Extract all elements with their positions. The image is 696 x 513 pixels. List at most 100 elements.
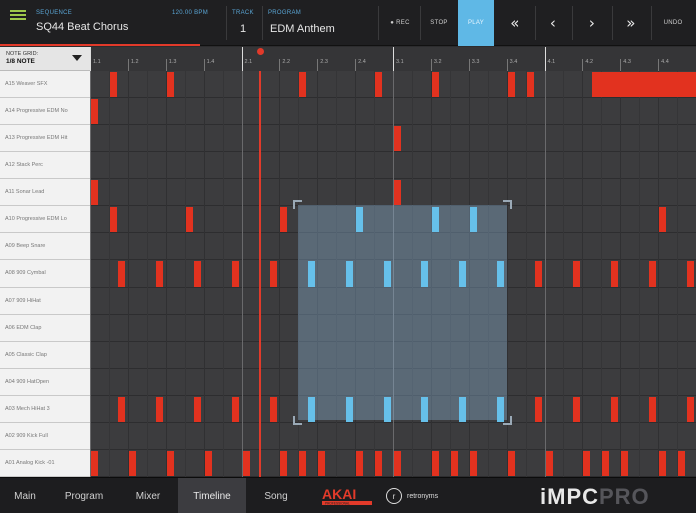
fast-forward-icon[interactable]: » <box>613 6 649 40</box>
note-event[interactable] <box>507 450 515 476</box>
note-event[interactable] <box>591 72 696 98</box>
note-event[interactable] <box>497 261 505 287</box>
note-event[interactable] <box>610 396 618 422</box>
note-event[interactable] <box>602 450 610 476</box>
note-event[interactable] <box>345 261 353 287</box>
note-event[interactable] <box>459 396 467 422</box>
pad-row-label[interactable]: A06 EDM Clap <box>0 314 90 342</box>
pad-row-label[interactable]: A15 Weaver SFX <box>0 71 90 99</box>
note-event[interactable] <box>375 72 383 98</box>
note-event[interactable] <box>166 72 174 98</box>
note-event[interactable] <box>535 396 543 422</box>
tab-mixer[interactable]: Mixer <box>118 478 178 513</box>
note-event[interactable] <box>185 207 193 233</box>
selection-handle[interactable] <box>502 416 512 426</box>
note-event[interactable] <box>648 396 656 422</box>
note-event[interactable] <box>118 261 126 287</box>
note-event[interactable] <box>356 207 364 233</box>
note-event[interactable] <box>345 396 353 422</box>
pad-row-label[interactable]: A08 909 Cymbal <box>0 260 90 288</box>
note-event[interactable] <box>109 72 117 98</box>
note-event[interactable] <box>318 450 326 476</box>
note-event[interactable] <box>383 396 391 422</box>
selection-handle[interactable] <box>502 199 512 209</box>
note-event[interactable] <box>394 450 401 476</box>
rewind-icon[interactable]: « <box>497 6 533 40</box>
note-event[interactable] <box>535 261 543 287</box>
bpm-readout[interactable]: 120.00 BPM <box>172 10 208 16</box>
tab-program[interactable]: Program <box>50 478 118 513</box>
note-event[interactable] <box>269 396 277 422</box>
prev-step-icon[interactable]: ‹ <box>536 6 570 40</box>
note-event[interactable] <box>356 450 364 476</box>
selection-rectangle[interactable] <box>298 204 507 421</box>
tab-main[interactable]: Main <box>0 478 50 513</box>
pad-row-label[interactable]: A01 Analog Kick -01 <box>0 449 90 477</box>
timeline-ruler[interactable]: 1.1 1.2 1.3 1.4 2.1 2.2 2.3 2.4 3.1 3.2 3.3 3.4 4.1 4… <box>90 47 696 71</box>
note-event[interactable] <box>194 261 202 287</box>
note-event[interactable] <box>469 450 477 476</box>
track-number[interactable]: 1 <box>240 23 246 35</box>
note-event[interactable] <box>204 450 212 476</box>
note-event[interactable] <box>232 261 240 287</box>
playhead[interactable] <box>259 71 262 477</box>
note-event[interactable] <box>375 450 383 476</box>
sequence-name[interactable]: SQ44 Beat Chorus <box>36 21 128 33</box>
note-event[interactable] <box>91 180 98 206</box>
note-event[interactable] <box>421 261 429 287</box>
note-event[interactable] <box>648 261 656 287</box>
pad-row-label[interactable]: A07 909 HiHat <box>0 287 90 315</box>
pad-row-label[interactable]: A04 909 HatOpen <box>0 368 90 396</box>
note-event[interactable] <box>394 180 401 206</box>
note-event[interactable] <box>610 261 618 287</box>
play-button[interactable]: PLAY <box>458 0 494 46</box>
note-event[interactable] <box>91 99 98 125</box>
note-grid[interactable] <box>90 71 696 477</box>
program-name[interactable]: EDM Anthem <box>270 23 335 35</box>
note-event[interactable] <box>526 72 534 98</box>
note-event[interactable] <box>583 450 591 476</box>
pad-row-label[interactable]: A09 Beep Snare <box>0 233 90 261</box>
next-step-icon[interactable]: › <box>574 6 610 40</box>
note-event[interactable] <box>421 396 429 422</box>
note-event[interactable] <box>394 126 401 152</box>
note-event[interactable] <box>166 450 174 476</box>
note-event[interactable] <box>431 207 439 233</box>
note-event[interactable] <box>686 396 694 422</box>
note-event[interactable] <box>156 396 164 422</box>
note-event[interactable] <box>299 450 307 476</box>
note-event[interactable] <box>307 396 315 422</box>
note-event[interactable] <box>156 261 164 287</box>
tab-timeline[interactable]: Timeline <box>178 478 246 513</box>
note-event[interactable] <box>572 261 580 287</box>
pad-row-label[interactable]: A05 Classic Clap <box>0 341 90 369</box>
selection-handle[interactable] <box>293 199 303 209</box>
note-event[interactable] <box>659 450 667 476</box>
note-event[interactable] <box>91 450 98 476</box>
note-event[interactable] <box>686 261 694 287</box>
menu-icon[interactable] <box>10 10 26 24</box>
note-event[interactable] <box>280 207 288 233</box>
note-event[interactable] <box>118 396 126 422</box>
note-event[interactable] <box>678 450 686 476</box>
note-event[interactable] <box>431 450 439 476</box>
pad-row-label[interactable]: A13 Progressive EDM Hit <box>0 125 90 153</box>
note-event[interactable] <box>507 72 515 98</box>
note-event[interactable] <box>280 450 288 476</box>
note-event[interactable] <box>299 72 307 98</box>
note-event[interactable] <box>469 207 477 233</box>
undo-button[interactable]: UNDO <box>653 6 693 40</box>
pad-row-label[interactable]: A10 Progressive EDM Lo <box>0 206 90 234</box>
note-event[interactable] <box>459 261 467 287</box>
pad-row-label[interactable]: A03 Mech HiHat 3 <box>0 395 90 423</box>
note-event[interactable] <box>232 396 240 422</box>
note-event[interactable] <box>450 450 458 476</box>
note-event[interactable] <box>109 207 117 233</box>
note-event[interactable] <box>307 261 315 287</box>
rec-button[interactable]: ● REC <box>382 6 418 40</box>
pad-row-label[interactable]: A14 Progressive EDM No <box>0 98 90 126</box>
note-event[interactable] <box>128 450 136 476</box>
pad-row-label[interactable]: A11 Sonar Lead <box>0 179 90 207</box>
pad-row-label[interactable]: A12 Stack Perc <box>0 152 90 180</box>
note-event[interactable] <box>621 450 629 476</box>
